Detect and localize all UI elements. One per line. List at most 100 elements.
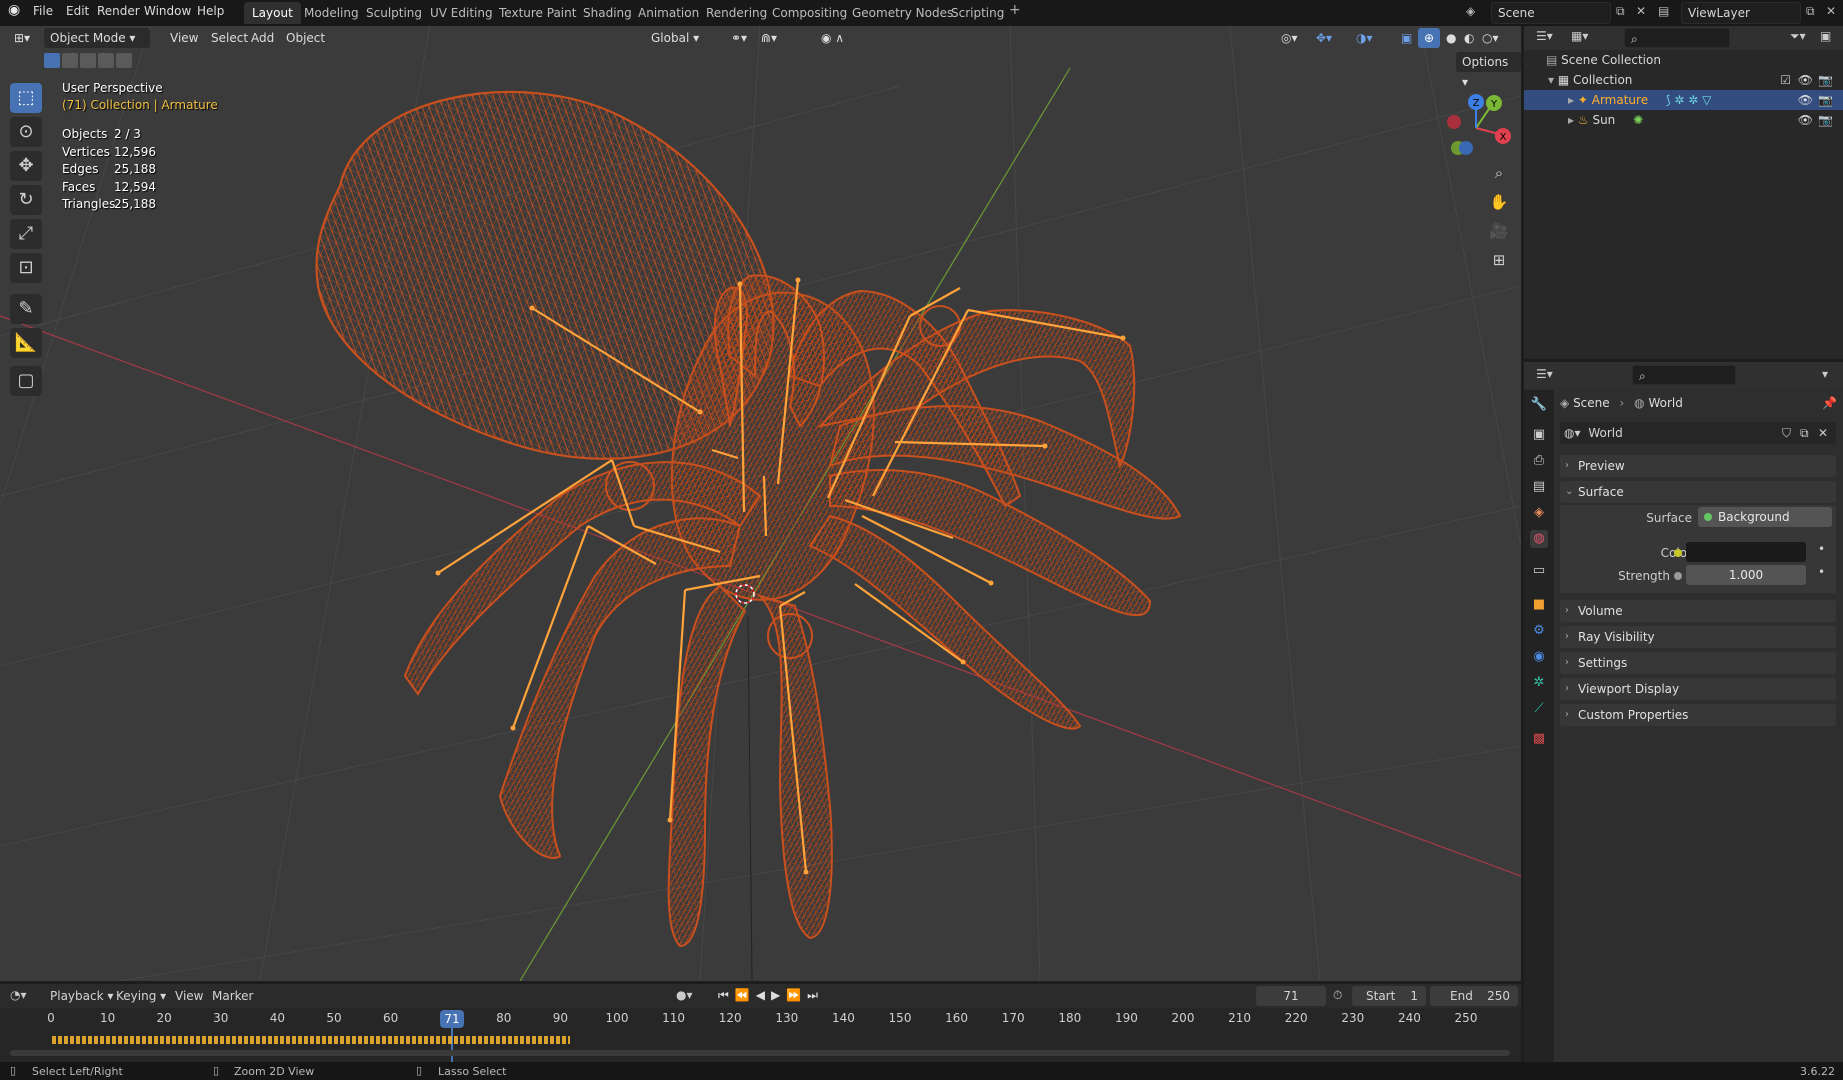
blender-logo-icon[interactable]: ◉ — [8, 2, 20, 18]
world-tab-icon[interactable]: ◍ — [1530, 530, 1548, 548]
ray-visibility-panel[interactable]: › Ray Visibility — [1560, 626, 1836, 648]
timeline-editor[interactable]: ◔▾ Playback ▾ Keying ▾ View Marker ●▾ ⏮⏪… — [0, 984, 1521, 1062]
scene-selector[interactable]: Scene — [1491, 2, 1611, 24]
sun-data-icon[interactable]: ✺ — [1633, 113, 1643, 127]
pin-icon[interactable]: 📌 — [1822, 396, 1837, 410]
tab-animation[interactable]: Animation — [630, 2, 707, 24]
gizmo-toggle-icon[interactable]: ✥▾ — [1310, 28, 1338, 48]
tab-modeling[interactable]: Modeling — [296, 2, 367, 24]
new-collection-icon[interactable]: ▣ — [1820, 29, 1831, 43]
color-keyframe-icon[interactable]: • — [1818, 542, 1825, 556]
tab-scripting[interactable]: Scripting — [943, 2, 1012, 24]
pivot-point-icon[interactable]: ⚭▾ — [725, 28, 753, 48]
outliner-item-sun[interactable]: ▸ ♨ Sun ✺ 👁 📷 — [1524, 110, 1843, 130]
menu-view[interactable]: View — [164, 28, 204, 48]
tab-sculpting[interactable]: Sculpting — [358, 2, 430, 24]
collapse-chevron-icon[interactable]: ▾ — [1822, 367, 1828, 381]
select-invert-icon[interactable] — [98, 53, 114, 68]
menu-help[interactable]: Help — [197, 4, 224, 18]
tool-tab-icon[interactable]: 🔧 — [1530, 396, 1548, 414]
view-layer-tab-icon[interactable]: ▤ — [1530, 478, 1548, 496]
duplicate-world-icon[interactable]: ⧉ — [1800, 422, 1809, 444]
menu-object[interactable]: Object — [280, 28, 331, 48]
scene-tab-icon[interactable]: ◈ — [1530, 504, 1548, 522]
camera-view-icon[interactable]: 🎥 — [1486, 218, 1512, 244]
pan-hand-icon[interactable]: ✋ — [1486, 189, 1512, 215]
visibility-icon[interactable]: ◎▾ — [1275, 28, 1304, 48]
select-box-tool-icon[interactable]: ⬚ — [10, 83, 42, 113]
zoom-icon[interactable]: ⌕ — [1486, 160, 1512, 186]
expand-chevron-icon[interactable]: ▾ — [1548, 73, 1554, 87]
texture-tab-icon[interactable]: ▩ — [1530, 730, 1548, 748]
outliner-search-input[interactable]: ⌕ — [1624, 28, 1730, 48]
object-data-tab-icon[interactable]: ✲ — [1530, 674, 1548, 692]
collection-row[interactable]: ▾ ▦ Collection ☑ 👁 📷 — [1524, 70, 1843, 90]
timeline-scrollbar[interactable] — [10, 1050, 1510, 1056]
options-dropdown[interactable]: Options ▾ — [1456, 52, 1521, 89]
scale-tool-icon[interactable]: ⤢ — [10, 219, 42, 249]
settings-panel[interactable]: › Settings — [1560, 652, 1836, 674]
render-camera-icon[interactable]: 📷 — [1818, 110, 1833, 130]
navigation-gizmo[interactable]: X Y Z — [1436, 88, 1516, 168]
select-new-icon[interactable] — [44, 53, 60, 68]
bone-tab-icon[interactable]: ⟋ — [1530, 700, 1548, 718]
3d-viewport[interactable]: ⊞▾ Object Mode ▾ View Select Add Object … — [0, 26, 1521, 981]
exclude-checkbox-icon[interactable]: ☑ — [1780, 70, 1791, 90]
outliner-item-armature[interactable]: ▸ ✦ Armature ⟆ ✲ ✲ ▽ 👁 📷 — [1524, 90, 1843, 110]
delete-view-layer-icon[interactable]: ✕ — [1826, 4, 1836, 18]
delete-scene-icon[interactable]: ✕ — [1636, 4, 1646, 18]
ortho-toggle-icon[interactable]: ⊞ — [1486, 247, 1512, 273]
object-tab-icon[interactable]: ■ — [1530, 596, 1548, 614]
current-frame-indicator[interactable]: 71 — [440, 1010, 464, 1028]
collection-tab-icon[interactable]: ▭ — [1530, 562, 1548, 580]
world-selector[interactable]: ◍▾ World ⛉ ⧉ ✕ — [1560, 422, 1836, 444]
viewport-display-panel[interactable]: › Viewport Display — [1560, 678, 1836, 700]
overlays-toggle-icon[interactable]: ◑▾ — [1350, 28, 1379, 48]
menu-window[interactable]: Window — [144, 4, 191, 18]
wireframe-shading-icon[interactable]: ⊕ — [1418, 28, 1441, 48]
menu-render[interactable]: Render — [97, 4, 140, 18]
view-layer-selector[interactable]: ViewLayer — [1681, 2, 1801, 24]
outliner-editor-icon[interactable]: ☰▾ — [1536, 29, 1553, 43]
volume-panel[interactable]: › Volume — [1560, 600, 1836, 622]
transform-orientation-dropdown[interactable]: Global ▾ — [645, 28, 717, 48]
transform-tool-icon[interactable]: ⊡ — [10, 253, 42, 283]
render-camera-icon[interactable]: 📷 — [1818, 90, 1833, 110]
select-extend-icon[interactable] — [62, 53, 78, 68]
visibility-eye-icon[interactable]: 👁 — [1798, 90, 1813, 110]
visibility-eye-icon[interactable]: 👁 — [1798, 110, 1813, 130]
add-workspace-icon[interactable]: + — [1009, 2, 1021, 18]
new-scene-icon[interactable]: ⧉ — [1616, 4, 1625, 19]
render-tab-icon[interactable]: ▣ — [1530, 426, 1548, 444]
select-subtract-icon[interactable] — [80, 53, 96, 68]
cursor-tool-icon[interactable]: ⊙ — [10, 117, 42, 147]
select-intersect-icon[interactable] — [116, 53, 132, 68]
armature-data-icon[interactable]: ⟆ ✲ ✲ ▽ — [1666, 93, 1711, 107]
render-camera-icon[interactable]: 📷 — [1818, 70, 1833, 90]
world-type-icon[interactable]: ◍▾ — [1564, 426, 1581, 440]
annotate-tool-icon[interactable]: ✎ — [10, 294, 42, 324]
menu-add[interactable]: Add — [245, 28, 280, 48]
proportional-edit-icon[interactable]: ◉ ∧ — [815, 28, 850, 48]
tab-texture-paint[interactable]: Texture Paint — [491, 2, 584, 24]
tab-compositing[interactable]: Compositing — [764, 2, 855, 24]
menu-file[interactable]: File — [33, 4, 53, 18]
fake-user-icon[interactable]: ⛉ — [1782, 422, 1791, 444]
visibility-eye-icon[interactable]: 👁 — [1798, 70, 1813, 90]
unlink-world-icon[interactable]: ✕ — [1818, 422, 1828, 444]
output-tab-icon[interactable]: ⎙ — [1530, 452, 1548, 470]
physics-tab-icon[interactable]: ◉ — [1530, 648, 1548, 666]
custom-properties-panel[interactable]: › Custom Properties — [1560, 704, 1836, 726]
strength-input[interactable]: 1.000 — [1686, 565, 1806, 585]
add-cube-tool-icon[interactable]: ▢ — [10, 366, 42, 396]
keyframe-strip[interactable] — [52, 1036, 570, 1044]
color-swatch[interactable] — [1686, 542, 1806, 562]
snap-icon[interactable]: ⋒▾ — [755, 28, 783, 48]
view-layer-icon[interactable]: ▤ — [1658, 4, 1669, 18]
expand-chevron-icon[interactable]: ▸ — [1568, 93, 1574, 107]
xray-toggle-icon[interactable]: ▣ — [1395, 28, 1418, 48]
properties-search-input[interactable]: ⌕ — [1632, 365, 1736, 385]
playhead-line[interactable] — [451, 1028, 453, 1062]
menu-edit[interactable]: Edit — [66, 4, 89, 18]
rotate-tool-icon[interactable]: ↻ — [10, 185, 42, 215]
